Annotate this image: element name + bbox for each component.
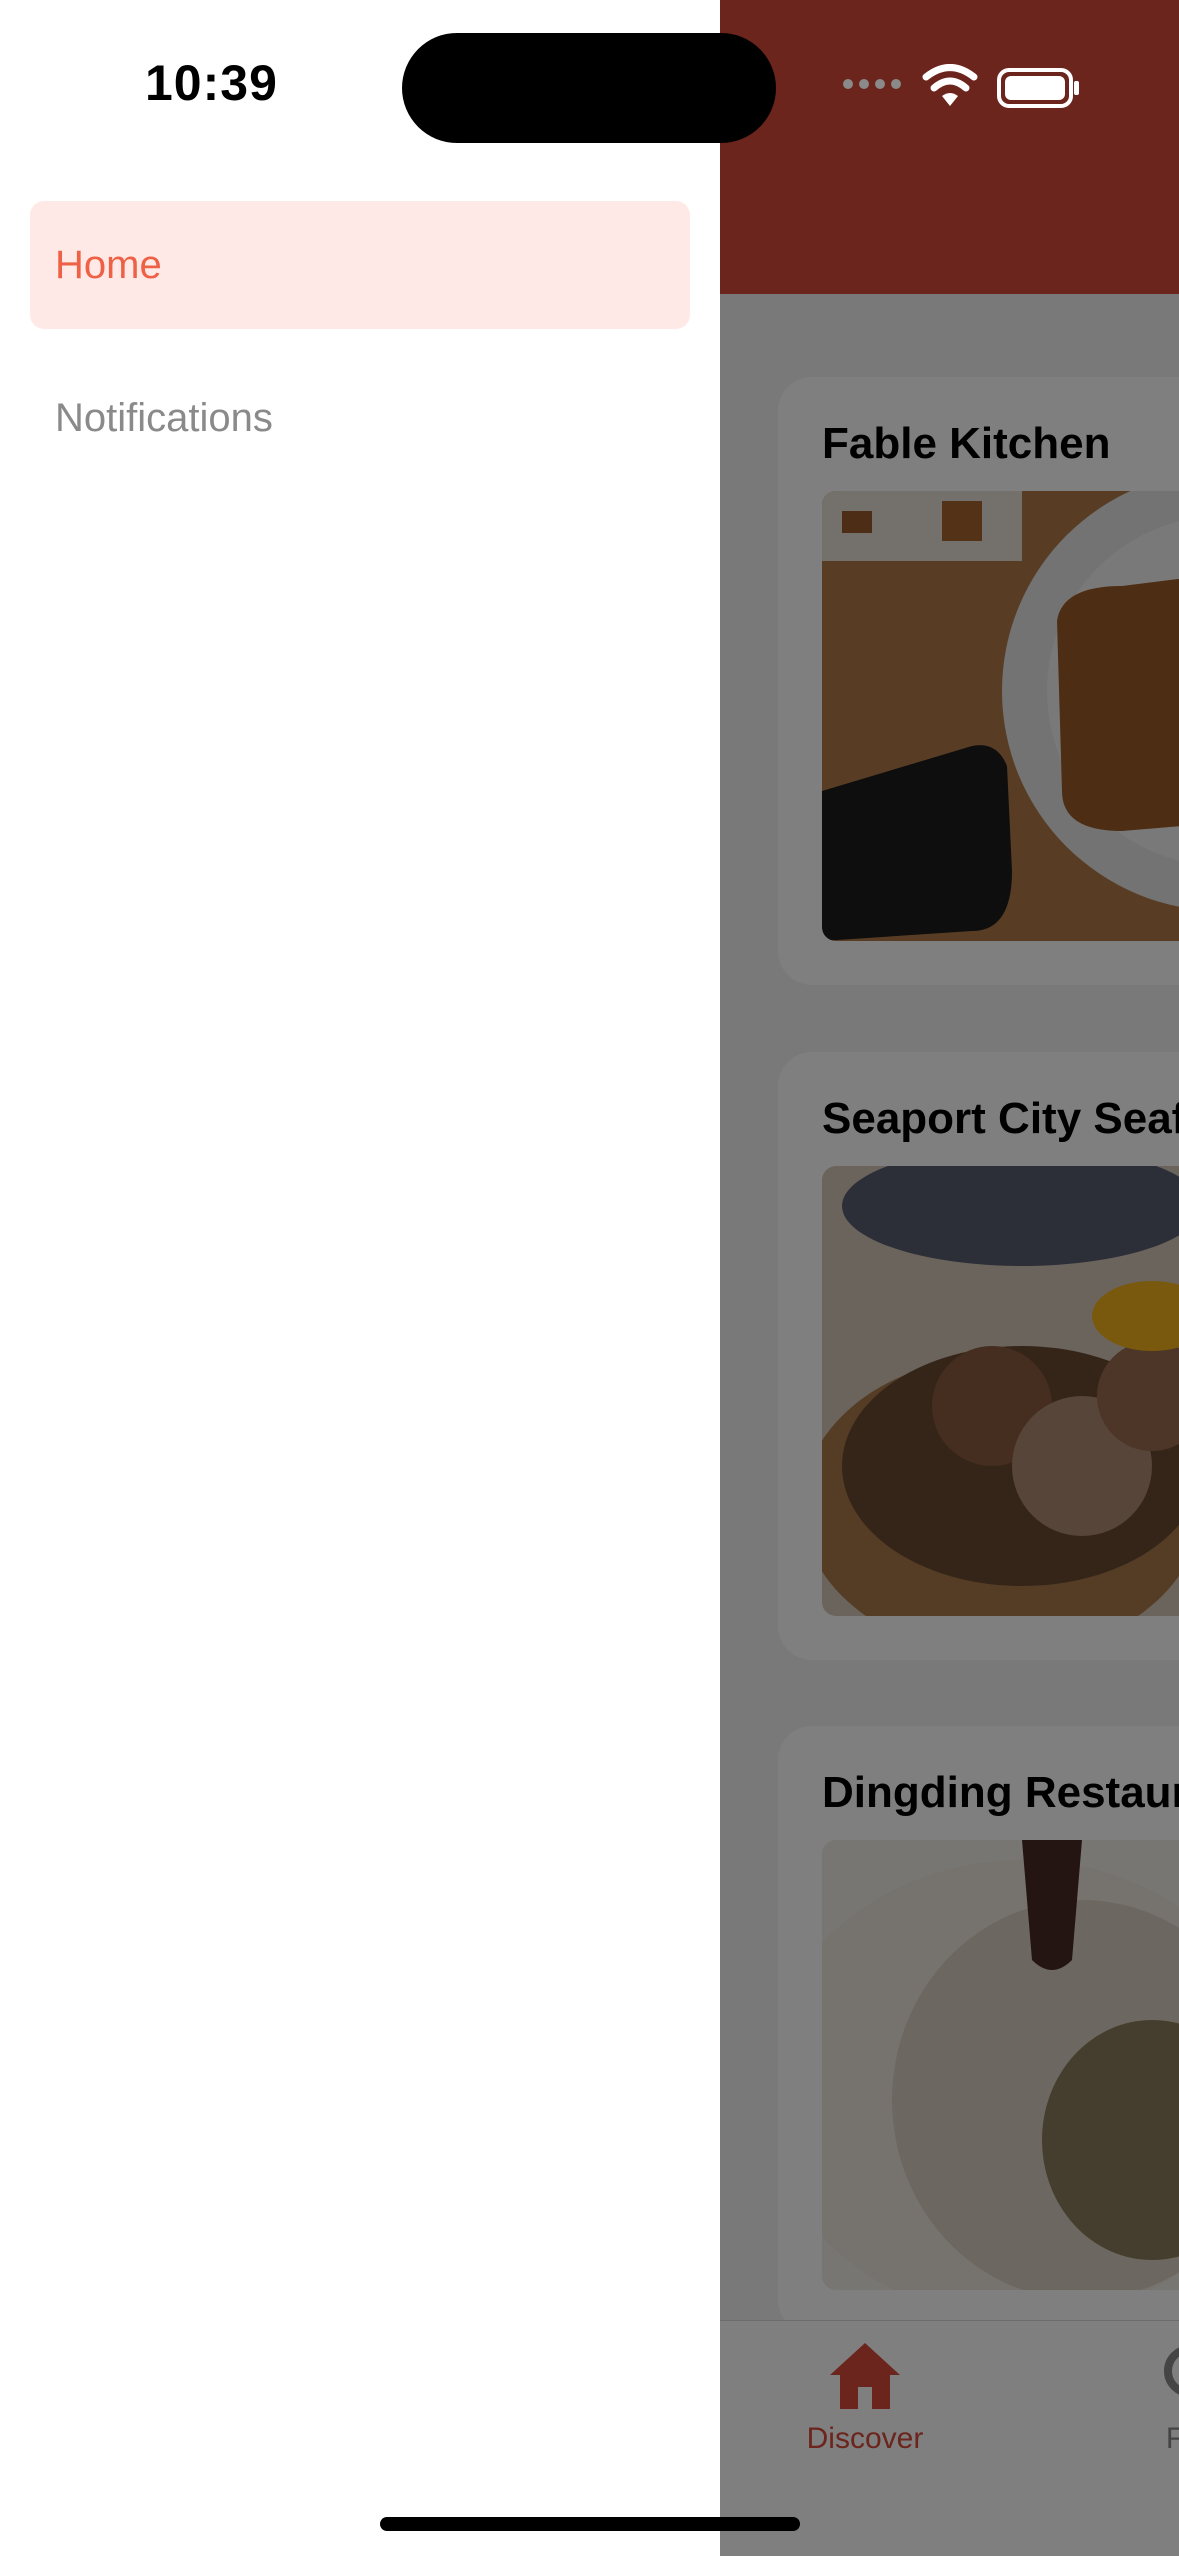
status-time: 10:39 bbox=[145, 55, 278, 111]
home-indicator[interactable] bbox=[380, 2517, 800, 2531]
wifi-icon bbox=[922, 64, 978, 113]
drawer-item-notifications[interactable]: Notifications bbox=[30, 354, 690, 482]
drawer-item-label: Notifications bbox=[55, 395, 273, 440]
drawer-item-home[interactable]: Home bbox=[30, 201, 690, 329]
dynamic-island bbox=[402, 33, 776, 143]
cellular-signal-icon bbox=[842, 74, 906, 99]
navigation-drawer: Home Notifications bbox=[0, 0, 720, 2556]
battery-icon bbox=[997, 68, 1081, 113]
drawer-item-label: Home bbox=[55, 242, 162, 287]
